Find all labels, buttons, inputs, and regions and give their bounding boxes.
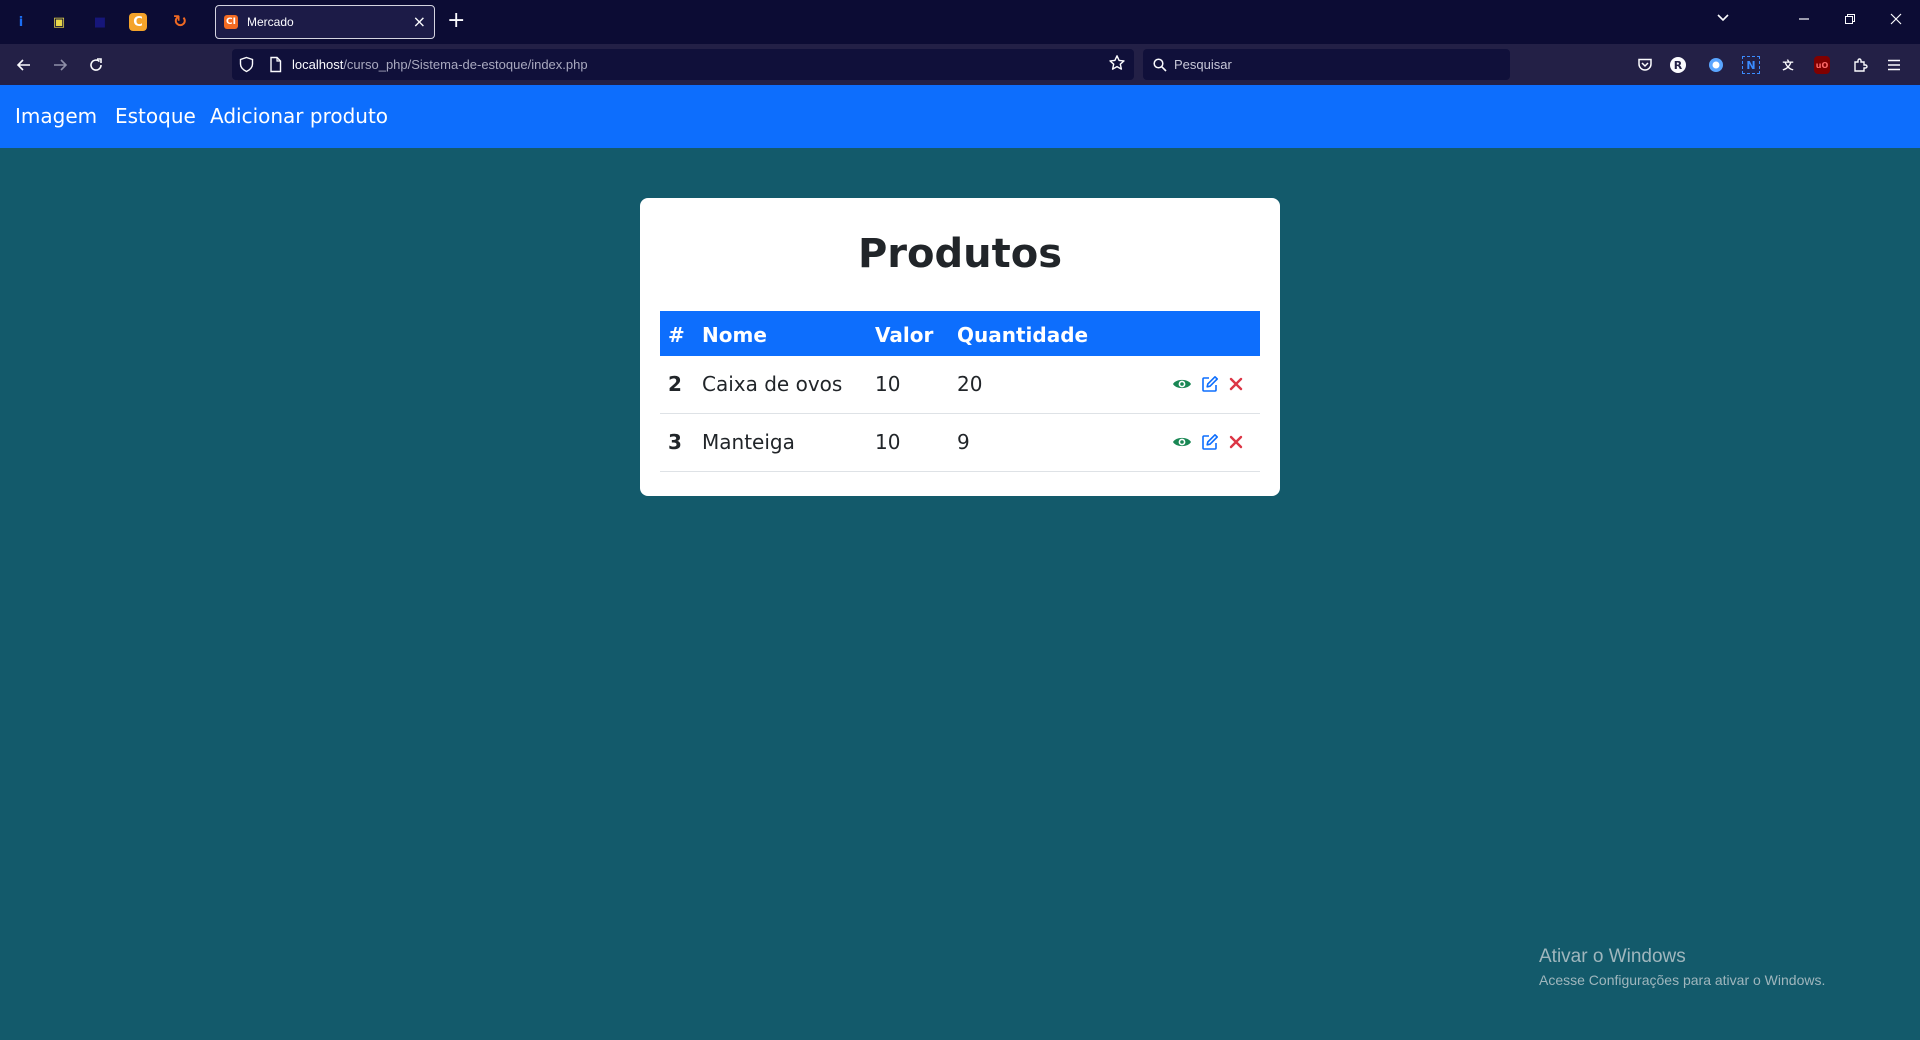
row-nome: Caixa de ovos — [702, 372, 843, 396]
new-tab-button[interactable]: + — [447, 9, 465, 33]
pinned-tab-5[interactable]: ↻ — [169, 11, 191, 33]
url-bar[interactable]: localhost/curso_php/Sistema-de-estoque/i… — [232, 49, 1134, 80]
page-title: Produtos — [857, 231, 1063, 277]
windows-activation-subtitle: Acesse Configurações para ativar o Windo… — [1539, 972, 1826, 988]
edit-pencil-icon[interactable] — [1200, 432, 1220, 452]
browser-tab-bar: i ▣ ■ C ↻ CI Mercado × + — [0, 0, 1920, 44]
pocket-icon[interactable] — [1635, 55, 1655, 75]
column-header-valor: Valor — [875, 323, 934, 347]
back-icon[interactable] — [12, 53, 36, 77]
table-header: # Nome Valor Quantidade — [660, 311, 1260, 356]
tab-title: Mercado — [247, 15, 294, 29]
forward-icon[interactable] — [48, 53, 72, 77]
reload-icon[interactable] — [84, 53, 108, 77]
extension-translate-icon[interactable]: 文 — [1778, 55, 1798, 75]
table-row: 2 Caixa de ovos 10 20 — [660, 356, 1260, 414]
extension-r-icon[interactable]: R — [1670, 57, 1686, 73]
edit-pencil-icon[interactable] — [1200, 374, 1220, 394]
view-eye-icon[interactable] — [1172, 374, 1192, 394]
page-info-icon[interactable] — [267, 56, 284, 73]
view-eye-icon[interactable] — [1172, 432, 1192, 452]
bookmark-star-icon[interactable] — [1108, 54, 1126, 77]
row-id: 2 — [668, 372, 682, 396]
extension-n-icon[interactable]: N — [1742, 56, 1760, 74]
search-bar[interactable]: Pesquisar — [1143, 49, 1510, 80]
url-path: /curso_php/Sistema-de-estoque/index.php — [343, 57, 588, 72]
site-navbar: Imagem Estoque Adicionar produto — [0, 85, 1920, 148]
tab-close-button[interactable]: × — [413, 14, 426, 30]
pinned-tab-4[interactable]: C — [129, 13, 147, 31]
row-nome: Manteiga — [702, 430, 795, 454]
ublock-icon[interactable]: uO — [1814, 56, 1830, 74]
column-header-id: # — [668, 323, 685, 347]
search-icon — [1153, 57, 1167, 76]
table-row: 3 Manteiga 10 9 — [660, 414, 1260, 472]
delete-x-icon[interactable] — [1226, 432, 1246, 452]
pinned-tab-2[interactable]: ▣ — [48, 11, 70, 33]
tab-favicon-icon: CI — [224, 15, 238, 29]
extensions-puzzle-icon[interactable] — [1850, 55, 1870, 75]
row-valor: 10 — [875, 372, 901, 396]
minimize-icon[interactable] — [1794, 11, 1814, 31]
pinned-tab-1[interactable]: i — [10, 11, 32, 33]
search-input[interactable]: Pesquisar — [1174, 57, 1232, 72]
list-all-tabs-icon[interactable] — [1713, 11, 1733, 31]
nav-logo-link[interactable]: Imagem — [15, 104, 97, 128]
column-header-quantidade: Quantidade — [957, 323, 1089, 347]
close-window-icon[interactable] — [1886, 11, 1906, 31]
windows-activation-title: Ativar o Windows — [1539, 946, 1686, 967]
delete-x-icon[interactable] — [1226, 374, 1246, 394]
nav-link-adicionar-produto[interactable]: Adicionar produto — [210, 104, 388, 128]
nav-link-estoque[interactable]: Estoque — [115, 104, 196, 128]
row-id: 3 — [668, 430, 682, 454]
menu-icon[interactable] — [1884, 55, 1904, 75]
active-tab[interactable]: CI Mercado × — [215, 5, 435, 39]
row-valor: 10 — [875, 430, 901, 454]
url-host: localhost — [292, 57, 344, 72]
products-card: Produtos # Nome Valor Quantidade 2 Caixa… — [640, 198, 1280, 496]
row-quantidade: 20 — [957, 372, 983, 396]
restore-icon[interactable] — [1840, 11, 1860, 31]
url-text[interactable]: localhost/curso_php/Sistema-de-estoque/i… — [292, 57, 588, 72]
tracking-protection-shield-icon[interactable] — [238, 56, 255, 73]
column-header-nome: Nome — [702, 323, 767, 347]
extension-globe-icon[interactable] — [1706, 55, 1726, 75]
row-quantidade: 9 — [957, 430, 970, 454]
pinned-tab-3[interactable]: ■ — [89, 11, 111, 33]
browser-nav-bar: localhost/curso_php/Sistema-de-estoque/i… — [0, 44, 1920, 85]
